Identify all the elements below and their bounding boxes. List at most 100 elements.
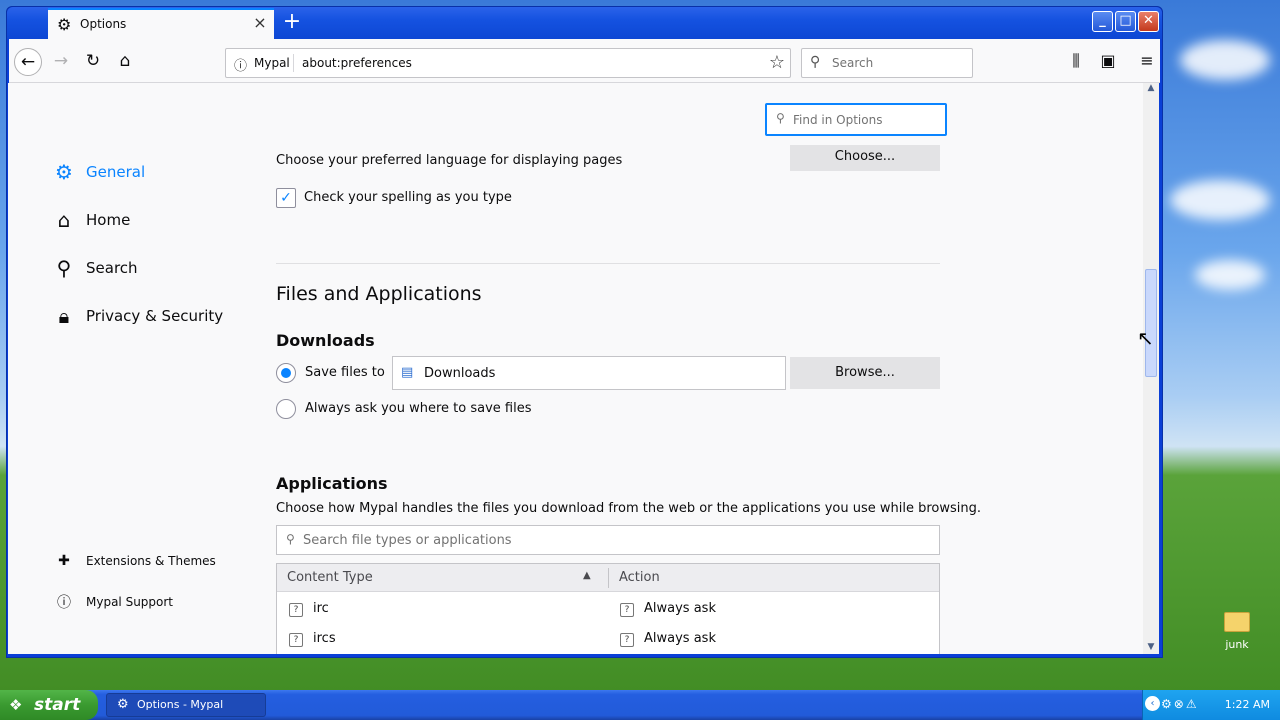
minimize-button[interactable]: _ [1092,11,1113,32]
desktop-icon-junk[interactable]: junk [1214,612,1260,651]
preferences-page: ⚲ Find in Options ⚙ General ⌂ Home ⚲ Sea… [8,83,1143,654]
scroll-up-arrow-icon[interactable]: ▲ [1145,83,1157,95]
scroll-down-arrow-icon[interactable]: ▼ [1145,642,1157,654]
download-folder-value: Downloads [424,366,496,381]
content-type-cell: ? ircs [289,631,336,647]
choose-language-button[interactable]: Choose... [790,145,940,171]
help-icon: ⓘ [57,595,71,611]
spellcheck-checkbox[interactable]: ✓ [276,188,296,208]
start-button[interactable]: ❖ start [0,690,98,720]
scroll-thumb[interactable] [1145,269,1157,377]
cloud [1180,40,1270,80]
apps-search-input[interactable]: ⚲ Search file types or applications [276,525,940,555]
content-type-label: irc [313,601,329,616]
section-divider [276,263,940,264]
cloud [1195,260,1265,290]
save-files-radio[interactable] [276,363,296,383]
action-label: Always ask [644,601,716,616]
table-row[interactable]: ? ircs ? Always ask [277,624,939,654]
protocol-icon: ? [289,603,303,617]
apps-search-placeholder: Search file types or applications [303,533,512,548]
sidebar-support-link[interactable]: ⓘ Mypal Support [56,592,173,612]
folder-icon: ▤ [401,365,414,380]
gear-icon: ⚙ [117,697,129,712]
taskbar: ❖ start ⚙ Options - Mypal ‹ ⚙⊗⚠ 1:22 AM [0,690,1280,720]
forward-button[interactable]: → [47,48,75,76]
sidebar-item-label: Home [86,211,131,229]
reload-button[interactable]: ↻ [79,48,107,76]
table-row[interactable]: ? irc ? Always ask [277,594,939,624]
gear-icon: ⚙ [57,15,72,34]
reload-icon: ↻ [85,51,101,71]
info-icon[interactable]: ⓘ [234,55,247,74]
action-label: Always ask [644,631,716,646]
back-button[interactable]: ← [14,48,42,76]
library-icon[interactable]: ⫼ [1066,51,1086,71]
system-tray: ‹ ⚙⊗⚠ 1:22 AM [1142,690,1280,720]
sidebar-item-general[interactable]: ⚙ General [52,160,145,184]
title-bar: ⚙ Options × + _ □ ✕ [7,7,1162,39]
vertical-scrollbar[interactable]: ▲ ▼ [1143,83,1159,654]
bookmark-star-icon[interactable]: ☆ [769,52,785,73]
sidebar-footer-label: Extensions & Themes [86,554,216,568]
column-divider [608,568,609,588]
action-cell: ? Always ask [620,631,716,647]
url-bar[interactable]: ⓘ Mypal about:preferences ☆ [225,48,791,78]
chevron-left-icon[interactable]: ‹ [1145,696,1160,711]
column-action[interactable]: Action [619,570,660,585]
search-icon: ⚲ [56,256,72,280]
tab-title: Options [80,17,127,31]
find-in-options-input[interactable]: ⚲ Find in Options [765,103,947,136]
close-tab-icon[interactable]: × [252,15,268,31]
spellcheck-label: Check your spelling as you type [304,190,512,205]
sidebar-item-home[interactable]: ⌂ Home [52,208,131,232]
sidebar-item-label: Privacy & Security [86,307,224,325]
download-folder-field[interactable]: ▤ Downloads [392,356,786,390]
applications-description: Choose how Mypal handles the files you d… [276,501,982,516]
maximize-button[interactable]: □ [1115,11,1136,32]
close-window-button[interactable]: ✕ [1138,11,1159,32]
search-bar[interactable]: ⚲ Search [801,48,973,78]
sidebar-item-privacy[interactable]: 🔒︎ Privacy & Security [52,304,223,328]
puzzle-icon: ✚ [58,553,70,569]
windows-logo-icon: ❖ [9,696,23,714]
sidebar-extensions-link[interactable]: ✚ Extensions & Themes [56,553,216,569]
always-ask-radio[interactable] [276,399,296,419]
gear-icon: ⚙ [55,160,73,184]
arrow-left-icon: ← [20,52,36,72]
clock: 1:22 AM [1224,698,1270,711]
folder-icon [1224,612,1250,632]
new-tab-button[interactable]: + [280,11,304,35]
column-content-type[interactable]: Content Type [287,570,373,585]
applications-table: Content Type ▲ Action ? irc ? Always ask ?… [276,563,940,654]
tray-icons[interactable]: ⚙⊗⚠ [1161,697,1199,711]
content-type-label: ircs [313,631,336,646]
home-button[interactable]: ⌂ [111,48,139,76]
url-separator [293,54,294,72]
search-placeholder: Search [832,56,874,70]
sidebar-item-search[interactable]: ⚲ Search [52,256,138,280]
sidebar-icon[interactable]: ▣ [1098,51,1118,70]
navigation-toolbar: ← → ↻ ⌂ ⓘ Mypal about:preferences ☆ ⚲ Se… [9,39,1160,83]
tab-options[interactable]: ⚙ Options × [48,8,274,39]
table-header: Content Type ▲ Action [277,564,939,592]
protocol-icon: ? [289,633,303,647]
desktop-icon-label: junk [1225,638,1249,651]
files-heading: Files and Applications [276,283,482,305]
browse-button[interactable]: Browse... [790,357,940,389]
identity-label: Mypal [254,56,290,70]
url-text[interactable]: about:preferences [302,56,412,70]
taskbar-item-mypal[interactable]: ⚙ Options - Mypal [106,693,266,717]
home-icon: ⌂ [119,51,131,71]
ask-icon: ? [620,633,634,647]
applications-heading: Applications [276,474,388,493]
menu-icon[interactable]: ≡ [1137,51,1157,70]
language-label: Choose your preferred language for displ… [276,153,623,168]
start-label: start [34,695,81,715]
search-icon: ⚲ [776,111,785,125]
find-placeholder: Find in Options [793,113,883,127]
cloud [1170,180,1270,220]
home-icon: ⌂ [57,208,71,232]
save-files-label: Save files to [305,365,385,380]
ask-icon: ? [620,603,634,617]
